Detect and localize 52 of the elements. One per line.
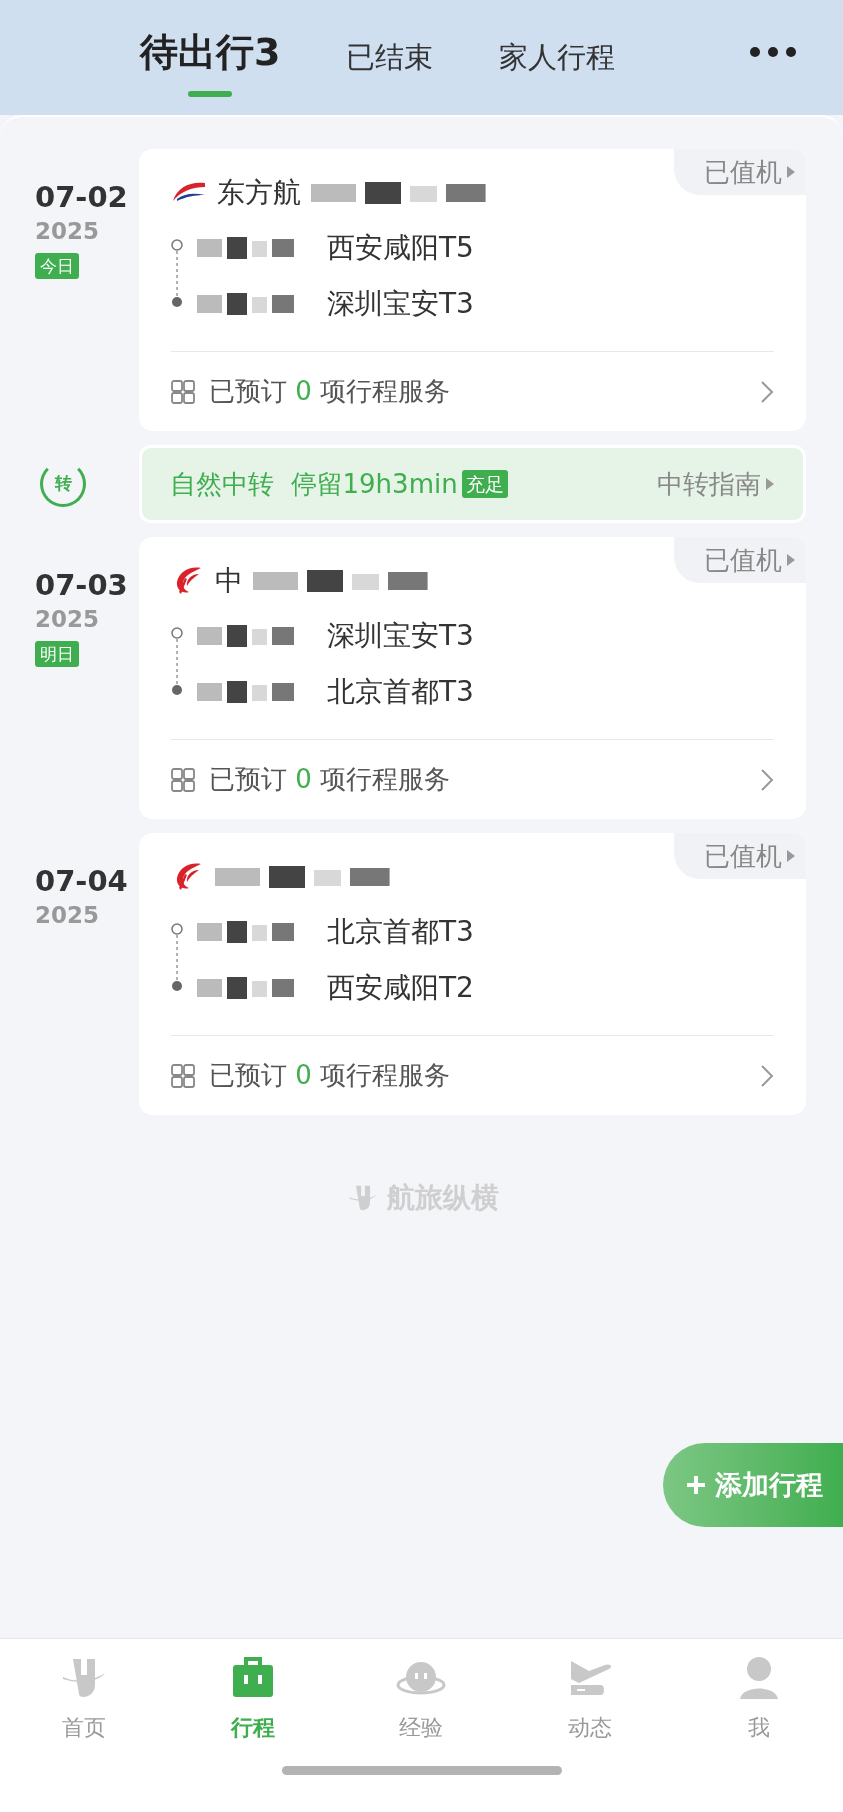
nav-tab[interactable]: 首页 bbox=[29, 1653, 140, 1744]
grid-icon bbox=[171, 1063, 195, 1088]
caret-icon bbox=[786, 849, 796, 863]
check-in-status[interactable]: 已值机 bbox=[674, 833, 806, 879]
airport-name: 西安咸阳T2 bbox=[327, 970, 474, 1006]
airline-name: 中 bbox=[215, 563, 243, 599]
plus-icon bbox=[685, 1474, 707, 1496]
booked-services-text: 已预订 0 项行程服务 bbox=[209, 1059, 451, 1092]
trip-date: 07-04 bbox=[35, 863, 128, 899]
nav-tab[interactable]: 动态 bbox=[535, 1653, 646, 1744]
grid-icon bbox=[171, 767, 195, 792]
transfer-guide-link[interactable]: 中转指南 bbox=[657, 464, 775, 504]
airport-name: 深圳宝安T3 bbox=[327, 286, 474, 322]
sufficient-tag: 充足 bbox=[461, 470, 508, 498]
booked-services-text: 已预订 0 项行程服务 bbox=[209, 763, 451, 796]
nav-tab[interactable]: 我 bbox=[703, 1653, 814, 1744]
nav-tab[interactable]: 行程 bbox=[197, 1653, 308, 1744]
chevron-right-icon bbox=[760, 379, 774, 404]
airport-name: 西安咸阳T5 bbox=[327, 230, 474, 266]
route-line-icon bbox=[171, 923, 183, 993]
transfer-text: 自然中转 停留19h3min bbox=[170, 467, 458, 501]
airline-name: 东方航 bbox=[217, 175, 301, 211]
grid-icon bbox=[171, 379, 195, 404]
trip-year: 2025 bbox=[35, 605, 99, 634]
route-line-icon bbox=[171, 239, 183, 309]
tab[interactable]: 家人行程 bbox=[499, 35, 616, 97]
caret-icon bbox=[786, 165, 796, 179]
airport-name: 深圳宝安T3 bbox=[327, 618, 474, 654]
flight-card[interactable]: 已值机 中 深圳宝安T3 北京首都T3 已预订 0 项行程服务 bbox=[139, 537, 806, 819]
trip-year: 2025 bbox=[35, 217, 99, 246]
flight-card[interactable]: 已值机 北京首都T3 西安咸阳T2 已预订 0 项行程服务 bbox=[139, 833, 806, 1115]
caret-icon bbox=[765, 477, 775, 491]
caret-icon bbox=[786, 553, 796, 567]
add-trip-button[interactable]: 添加行程 bbox=[663, 1443, 843, 1527]
chevron-right-icon bbox=[760, 767, 774, 792]
more-icon[interactable] bbox=[749, 46, 797, 58]
chevron-right-icon bbox=[760, 1063, 774, 1088]
day-badge: 明日 bbox=[35, 641, 79, 667]
airport-name: 北京首都T3 bbox=[327, 914, 474, 950]
flight-card[interactable]: 已值机 东方航 西安咸阳T5 深圳宝安T3 已预订 0 项行程服务 bbox=[139, 149, 806, 431]
check-in-status[interactable]: 已值机 bbox=[674, 537, 806, 583]
tab[interactable]: 已结束 bbox=[346, 35, 434, 97]
trip-year: 2025 bbox=[35, 901, 99, 930]
nav-tab[interactable]: 经验 bbox=[366, 1653, 477, 1744]
airport-name: 北京首都T3 bbox=[327, 674, 474, 710]
route-line-icon bbox=[171, 627, 183, 697]
booked-services-text: 已预订 0 项行程服务 bbox=[209, 375, 451, 408]
day-badge: 今日 bbox=[35, 253, 79, 279]
trip-date: 07-02 bbox=[35, 179, 128, 215]
trip-date: 07-03 bbox=[35, 567, 128, 603]
tab[interactable]: 待出行3 bbox=[140, 24, 281, 97]
check-in-status[interactable]: 已值机 bbox=[674, 149, 806, 195]
